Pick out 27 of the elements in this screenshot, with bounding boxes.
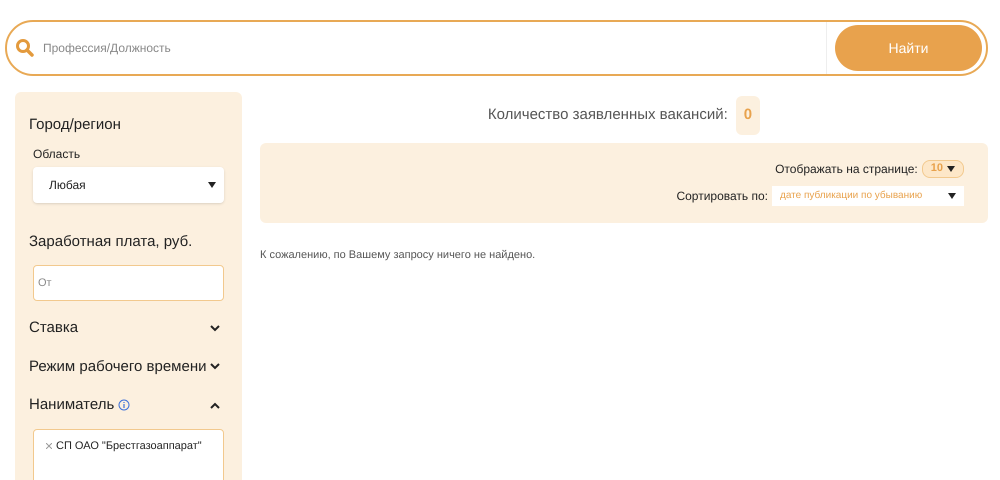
search-field[interactable]: Профессия/Должность Найти — [5, 20, 988, 76]
filter-title: Город/регион — [29, 115, 122, 135]
vacancy-count: 0 — [736, 96, 760, 134]
field-label: Область — [33, 146, 82, 162]
remove-tag-icon[interactable] — [46, 442, 52, 449]
filter-title: Ставка — [29, 318, 78, 338]
no-results-message: К сожалению, по Вашему запросу ничего не найдено. — [260, 248, 536, 262]
filter-title: Заработная плата, руб. — [29, 232, 194, 252]
region-select[interactable]: Любая — [33, 166, 224, 202]
employer-tag: СП ОАО "Брестгазоаппарат" — [56, 438, 202, 454]
sort-select[interactable]: дате публикации по убыванию — [772, 186, 964, 206]
chevron-up-icon[interactable] — [210, 402, 220, 409]
search-button[interactable]: Найти — [835, 25, 982, 71]
dropdown-arrow-icon — [948, 192, 956, 198]
dropdown-arrow-icon — [947, 166, 955, 172]
filter-title: Наниматель — [29, 395, 114, 415]
filter-title: Режим рабочего времени — [29, 356, 206, 376]
chevron-down-icon[interactable] — [210, 324, 220, 332]
chevron-down-icon[interactable] — [210, 363, 220, 370]
sort-label: Сортировать по: — [676, 188, 768, 204]
dropdown-arrow-icon — [208, 182, 216, 188]
salary-field[interactable]: От — [33, 265, 224, 301]
search-icon — [15, 38, 35, 58]
per-page-select[interactable]: 10 — [922, 160, 964, 178]
vacancy-count-label: Количество заявленных вакансий: — [488, 105, 728, 125]
employer-tag-field[interactable]: СП ОАО "Брестгазоаппарат" — [33, 428, 224, 480]
per-page-label: Отображать на странице: — [775, 160, 918, 178]
